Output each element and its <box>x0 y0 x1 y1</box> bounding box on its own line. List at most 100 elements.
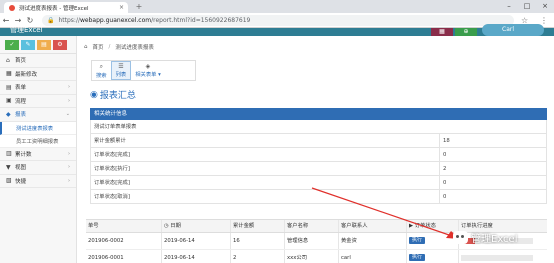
column-header[interactable]: 客户联系人 <box>339 220 407 232</box>
quick-button-1[interactable]: ✓ <box>5 39 19 50</box>
sidebar-item-label: 最新修改 <box>15 71 38 78</box>
stats-value: 2 <box>443 166 447 172</box>
breadcrumb-separator: / <box>108 44 111 50</box>
new-tab-button[interactable]: + <box>132 2 146 12</box>
stats-panel-header: 相关统计信息 <box>90 108 547 120</box>
cell-progress <box>459 250 547 263</box>
breadcrumb-current: 测试进度表报表 <box>115 45 154 51</box>
column-header[interactable]: 客户名称 <box>285 220 339 232</box>
section-title: ◉ 报表汇总 <box>90 88 136 102</box>
sidebar-item-icon: ▣ <box>6 97 12 105</box>
sidebar-item-3[interactable]: ▤ 表单 › <box>0 81 76 95</box>
chevron-icon: › <box>68 84 70 91</box>
cell-amount: 16 <box>231 233 285 249</box>
sidebar-item-label: 首页 <box>15 58 27 65</box>
sidebar-item-icon: ▧ <box>6 177 12 185</box>
stats-value: 0 <box>443 152 447 158</box>
progress-bar <box>461 254 533 261</box>
sidebar-item-icon: ▼ <box>6 163 11 171</box>
search-button[interactable]: ⌕ 搜索 <box>92 61 111 80</box>
cell-date: 2019-06-14 <box>162 250 231 263</box>
tab-close-icon[interactable]: × <box>119 4 124 11</box>
sidebar: ✓ ✎ ▤ ⚙ ⌂ 首页 ▦ 最新修改 ▤ 表单 › ▣ 流程 › ◆ 报表 ⌄ 测试进度表报表 员工工资明细报… <box>0 36 77 263</box>
column-header[interactable]: 单号 <box>86 220 162 232</box>
search-button-label: 搜索 <box>96 72 107 79</box>
sidebar-subitem-1[interactable]: 测试进度表报表 <box>0 121 76 135</box>
header-app-button[interactable]: ▦ <box>431 28 453 36</box>
url-input[interactable]: 🔒 https://webapp.guanexcel.com/report.ht… <box>42 14 514 26</box>
sidebar-item-label: 快捷 <box>15 178 27 185</box>
close-window-button[interactable]: × <box>537 0 553 13</box>
home-icon[interactable]: ⌂ <box>84 44 88 50</box>
forward-arrow-icon[interactable]: → <box>12 16 24 25</box>
sidebar-item-4[interactable]: ▣ 流程 › <box>0 95 76 108</box>
user-menu[interactable]: Carl <box>482 24 544 36</box>
table-row[interactable]: 201906-0001 2019-06-14 2 xxx公司 carl 执行 <box>86 250 547 263</box>
list-icon: ☰ <box>118 63 124 70</box>
quick-button-4[interactable]: ⚙ <box>53 39 67 50</box>
sidebar-item-7[interactable]: ▼ 视图 › <box>0 161 76 175</box>
column-header[interactable]: ▶ 订单状态 <box>407 220 459 232</box>
stats-label: 订单状态[完成] <box>91 148 440 161</box>
app-header: 管理Excel ▦ ⊕ Carl <box>0 24 554 36</box>
stats-label: 订单状态[取消] <box>91 190 440 203</box>
sidebar-item-icon: ▤ <box>6 83 12 91</box>
column-header[interactable]: ◷ 日期 <box>162 220 231 232</box>
chevron-icon: ⌄ <box>65 111 70 118</box>
stats-row: 订单状态[取消] 0 <box>90 190 547 204</box>
sidebar-item-icon: ▥ <box>6 150 12 158</box>
sidebar-item-label: 表单 <box>15 85 27 92</box>
browser-menu-icon[interactable]: ⋮ <box>540 16 548 25</box>
cell-id: 201906-0001 <box>86 250 162 263</box>
minimize-button[interactable]: – <box>501 0 517 13</box>
app-logo: 管理Excel <box>10 26 43 34</box>
cell-contact: carl <box>339 250 407 263</box>
stats-value: 0 <box>443 180 447 186</box>
cell-amount: 2 <box>231 250 285 263</box>
wechat-icon <box>453 230 468 244</box>
list-button[interactable]: ☰ 列表 <box>110 61 132 80</box>
stats-value: 18 <box>443 138 450 144</box>
sidebar-item-label: 视图 <box>15 165 27 172</box>
report-toolbar: ⌕ 搜索 ☰ 列表 ◈ 相关表单 ▾ <box>91 60 196 81</box>
sidebar-item-2[interactable]: ▦ 最新修改 <box>0 68 76 81</box>
header-action-button[interactable]: ⊕ <box>455 28 477 36</box>
sidebar-subitem-2[interactable]: 员工工资明细报表 <box>0 134 76 148</box>
stats-panel: 相关统计信息 测试订单表单报表 累计金额累计 18 订单状态[完成] 0 订单状态[执行… <box>90 108 547 204</box>
reload-icon[interactable]: ↻ <box>24 16 36 25</box>
sidebar-item-5[interactable]: ◆ 报表 ⌄ <box>0 108 76 122</box>
cell-status: 执行 <box>407 233 459 249</box>
quick-button-2[interactable]: ✎ <box>21 39 35 50</box>
cell-id: 201906-0002 <box>86 233 162 249</box>
cell-customer: xxx公司 <box>285 250 339 263</box>
sidebar-item-label: 流程 <box>15 98 27 105</box>
column-header[interactable]: 累计金额 <box>231 220 285 232</box>
stats-label: 订单状态[执行] <box>91 162 440 175</box>
sidebar-item-label: 累计数 <box>15 151 32 158</box>
chevron-icon: › <box>68 97 70 104</box>
sidebar-item-6[interactable]: ▥ 累计数 › <box>0 148 76 161</box>
browser-tab-bar: 测试进度表报表 - 管理Excel × + – □ × <box>0 0 554 13</box>
tab-title: 测试进度表报表 - 管理Excel <box>19 5 89 12</box>
browser-tab[interactable]: 测试进度表报表 - 管理Excel × <box>4 2 128 13</box>
sidebar-item-icon: ⌂ <box>6 56 10 64</box>
quick-button-3[interactable]: ▤ <box>37 39 51 50</box>
sidebar-item-1[interactable]: ⌂ 首页 <box>0 54 76 68</box>
address-bar-row: ← → ↻ 🔒 https://webapp.guanexcel.com/rep… <box>0 13 554 28</box>
sidebar-item-8[interactable]: ▧ 快捷 › <box>0 175 76 188</box>
breadcrumb-home[interactable]: 首页 <box>93 43 104 51</box>
list-button-label: 列表 <box>115 72 127 78</box>
chevron-icon: › <box>68 150 70 157</box>
maximize-button[interactable]: □ <box>519 0 535 13</box>
back-arrow-icon[interactable]: ← <box>0 16 12 25</box>
stats-title-row: 测试订单表单报表 <box>90 120 547 134</box>
cell-customer: 管理信息 <box>285 233 339 249</box>
chevron-icon: › <box>68 164 70 171</box>
related-forms-label: 相关表单 ▾ <box>135 72 161 78</box>
stats-label: 订单状态[完成] <box>91 176 440 189</box>
section-title-text: 报表汇总 <box>99 91 136 101</box>
status-badge: 执行 <box>409 237 426 244</box>
status-badge: 执行 <box>409 254 426 261</box>
watermark: 管理Excel <box>453 228 549 246</box>
related-forms-dropdown[interactable]: ◈ 相关表单 ▾ <box>131 61 165 80</box>
